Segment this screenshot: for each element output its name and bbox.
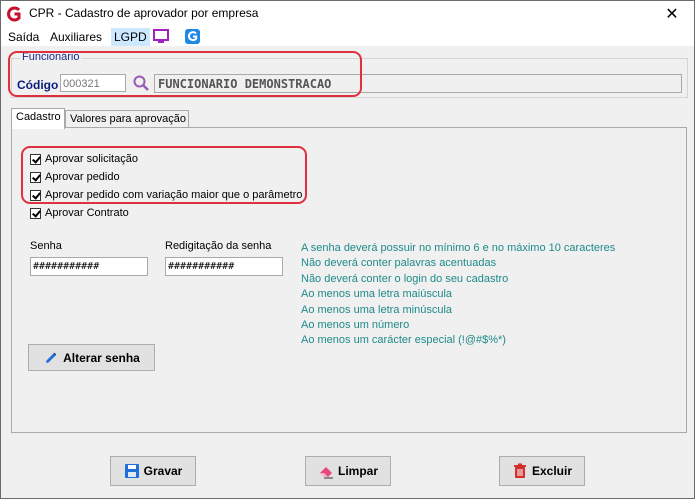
checkbox-label: Aprovar Contrato xyxy=(45,207,129,219)
excluir-label: Excluir xyxy=(531,464,573,478)
close-button[interactable]: ✕ xyxy=(650,1,694,27)
checkbox-aprovar-pedido[interactable]: Aprovar pedido xyxy=(30,170,120,184)
menu-auxiliares[interactable]: Auxiliares xyxy=(47,28,105,46)
cadastro-panel: Aprovar solicitação Aprovar pedido Aprov… xyxy=(11,127,687,433)
senha-label: Senha xyxy=(30,240,62,252)
rule-item: Ao menos uma letra maiúscula xyxy=(301,288,453,301)
app-logo-icon xyxy=(7,6,21,22)
funcionario-legend: Funcionário xyxy=(20,51,82,63)
gravar-label: Gravar xyxy=(143,464,183,478)
rule-item: Não deverá conter palavras acentuadas xyxy=(301,257,497,270)
senha-input[interactable]: ########### xyxy=(30,257,148,276)
menu-lgpd[interactable]: LGPD xyxy=(111,28,150,46)
checkbox-checked[interactable] xyxy=(30,189,41,201)
excluir-button[interactable]: Excluir xyxy=(499,456,585,486)
checkbox-aprovar-contrato[interactable]: Aprovar Contrato xyxy=(30,206,129,220)
trash-icon xyxy=(513,463,526,478)
tab-valores-aprovacao[interactable]: Valores para aprovação xyxy=(65,110,189,128)
monitor-icon[interactable] xyxy=(152,28,170,45)
codigo-label: Código xyxy=(17,78,59,92)
checkbox-checked[interactable] xyxy=(30,153,41,165)
search-icon[interactable] xyxy=(132,74,150,92)
checkbox-checked[interactable] xyxy=(30,207,41,219)
redigitacao-label: Redigitação da senha xyxy=(165,240,272,252)
save-icon xyxy=(124,464,139,478)
app-window: CPR - Cadastro de aprovador por empresa … xyxy=(0,0,695,499)
rule-item: A senha deverá possuir no mínimo 6 e no … xyxy=(301,242,616,254)
password-rules: A senha deverá possuir no mínimo 6 e no … xyxy=(301,241,615,349)
alterar-senha-button[interactable]: Alterar senha xyxy=(28,344,155,371)
checkbox-aprovar-solicitacao[interactable]: Aprovar solicitação xyxy=(30,152,138,166)
checkbox-label: Aprovar solicitação xyxy=(45,153,138,165)
tab-cadastro[interactable]: Cadastro xyxy=(11,108,65,129)
menu-saida[interactable]: Saída xyxy=(5,28,42,46)
menu-bar: Saída Auxiliares LGPD xyxy=(1,27,694,46)
funcionario-group: Funcionário Código 000321 FUNCIONARIO DE… xyxy=(11,51,688,98)
title-bar: CPR - Cadastro de aprovador por empresa … xyxy=(1,1,694,27)
checkbox-aprovar-pedido-variacao[interactable]: Aprovar pedido com variação maior que o … xyxy=(30,188,302,202)
codigo-input[interactable]: 000321 xyxy=(60,74,126,92)
redigitacao-input[interactable]: ########### xyxy=(165,257,283,276)
rule-item: Ao menos uma letra minúscula xyxy=(301,303,453,316)
g-app-icon[interactable] xyxy=(184,28,202,45)
rule-item: Ao menos um carácter especial (!@#$%*) xyxy=(301,334,506,347)
alterar-senha-label: Alterar senha xyxy=(63,350,140,365)
window-title: CPR - Cadastro de aprovador por empresa xyxy=(29,6,259,20)
funcionario-nome: FUNCIONARIO DEMONSTRACAO xyxy=(154,74,682,93)
checkbox-checked[interactable] xyxy=(30,171,41,183)
checkbox-label: Aprovar pedido xyxy=(45,171,120,183)
gravar-button[interactable]: Gravar xyxy=(110,456,196,486)
checkbox-label: Aprovar pedido com variação maior que o … xyxy=(45,189,303,201)
limpar-button[interactable]: Limpar xyxy=(305,456,391,486)
pencil-icon xyxy=(46,352,57,363)
limpar-label: Limpar xyxy=(337,464,378,478)
rule-item: Não deverá conter o login do seu cadastr… xyxy=(301,272,509,285)
rule-item: Ao menos um número xyxy=(301,319,410,332)
eraser-icon xyxy=(319,467,333,479)
